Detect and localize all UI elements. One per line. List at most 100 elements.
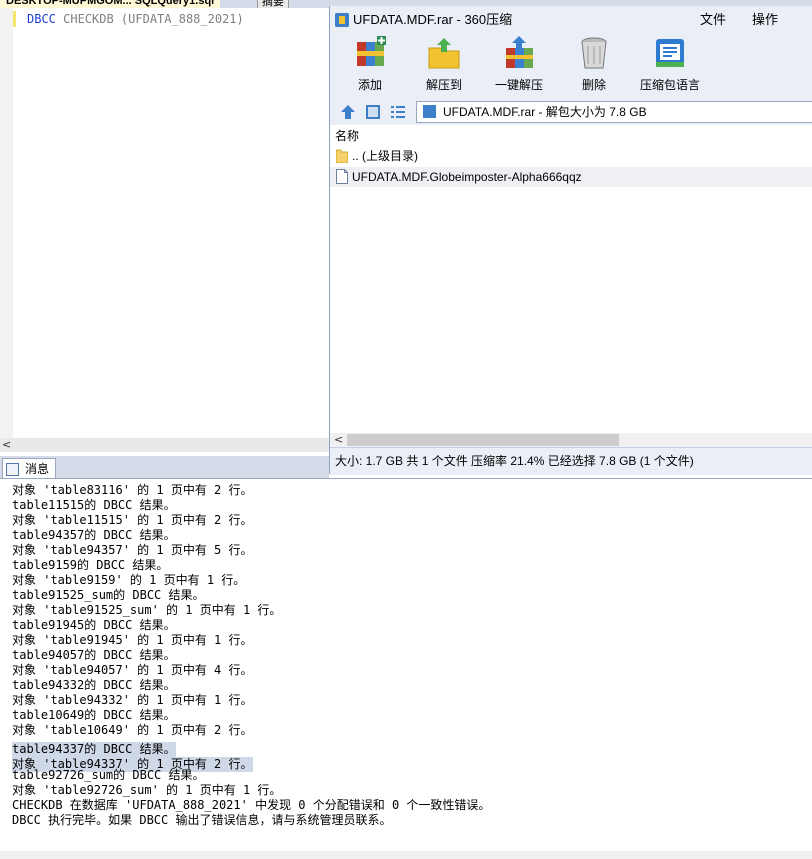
list-item[interactable]: UFDATA.MDF.Globeimposter-Alpha666qqz [330, 167, 812, 187]
message-line-text: table9159的 DBCC 结果。 [12, 558, 169, 572]
menu-file[interactable]: 文件 [700, 11, 726, 28]
message-line: table9159的 DBCC 结果。 [12, 558, 490, 573]
add-books-icon [353, 36, 387, 70]
archive-window: UFDATA.MDF.rar - 360压缩 文件 操作 添加 解压到 一键解压 [329, 6, 812, 475]
archive-file-list: 名称 .. (上级目录) UFDATA.MDF.Globeimposter-Al… [330, 125, 812, 439]
message-line-text: CHECKDB 在数据库 'UFDATA_888_2021' 中发现 0 个分配… [12, 798, 491, 812]
menu-operation[interactable]: 操作 [752, 11, 778, 28]
message-line: DBCC 执行完毕。如果 DBCC 输出了错误信息，请与系统管理员联系。 [12, 813, 490, 828]
archive-language-icon [653, 36, 687, 70]
message-line: CHECKDB 在数据库 'UFDATA_888_2021' 中发现 0 个分配… [12, 798, 490, 813]
message-line-text: table94357的 DBCC 结果。 [12, 528, 176, 542]
bottom-scrollbar[interactable] [0, 851, 812, 859]
scroll-thumb[interactable] [347, 434, 619, 446]
message-line-text: table94332的 DBCC 结果。 [12, 678, 176, 692]
archive-file-icon [423, 105, 436, 118]
extract-to-folder-icon [427, 36, 461, 70]
message-line: 对象 'table92726_sum' 的 1 页中有 1 行。 [12, 783, 490, 798]
message-line: 对象 'table94057' 的 1 页中有 4 行。 [12, 663, 490, 678]
archive-toolbar: 添加 解压到 一键解压 删除 压缩包语言 [330, 32, 812, 100]
message-line: 对象 'table94337' 的 1 页中有 2 行。 [12, 753, 490, 772]
add-button[interactable]: 添加 [330, 36, 410, 93]
archive-status-bar: 大小: 1.7 GB 共 1 个文件 压缩率 21.4% 已经选择 7.8 GB… [330, 447, 812, 475]
archive-title-bar[interactable]: UFDATA.MDF.rar - 360压缩 文件 操作 [330, 6, 812, 32]
address-bar[interactable]: UFDATA.MDF.rar - 解包大小为 7.8 GB [416, 101, 812, 123]
delete-button[interactable]: 删除 [554, 36, 634, 93]
list-item-name: .. (上级目录) [352, 149, 418, 163]
view-icons-icon[interactable] [365, 104, 381, 120]
message-line: table91945的 DBCC 结果。 [12, 618, 490, 633]
view-list-icon[interactable] [390, 104, 406, 120]
extract-to-button[interactable]: 解压到 [404, 36, 484, 93]
archive-language-label: 压缩包语言 [639, 78, 700, 92]
message-line: 对象 'table94332' 的 1 页中有 1 行。 [12, 693, 490, 708]
message-line: table94057的 DBCC 结果。 [12, 648, 490, 663]
messages-pane[interactable]: 对象 'table83116' 的 1 页中有 2 行。 table11515的 … [0, 478, 812, 851]
query-editor[interactable]: DBCC CHECKDB (UFDATA_888_2021) [0, 8, 331, 438]
trash-bin-icon [577, 36, 611, 70]
message-line: table10649的 DBCC 结果。 [12, 708, 490, 723]
message-line: table94332的 DBCC 结果。 [12, 678, 490, 693]
message-line-text: 对象 'table83116' 的 1 页中有 2 行。 [12, 483, 253, 497]
extract-to-label: 解压到 [425, 78, 462, 92]
query-arguments: CHECKDB (UFDATA_888_2021) [55, 12, 244, 26]
message-line-text: 对象 'table94357' 的 1 页中有 5 行。 [12, 543, 253, 557]
query-text[interactable]: DBCC CHECKDB (UFDATA_888_2021) [27, 11, 244, 27]
list-item[interactable]: .. (上级目录) [330, 146, 812, 166]
message-line-text: 对象 'table11515' 的 1 页中有 2 行。 [12, 513, 253, 527]
tab-sqlquery1[interactable]: DESKTOP-MUPMGOM... SQLQuery1.sql [0, 0, 221, 8]
message-line-text: table11515的 DBCC 结果。 [12, 498, 176, 512]
status-text: 大小: 1.7 GB 共 1 个文件 压缩率 21.4% 已经选择 7.8 GB… [335, 454, 694, 468]
change-marker [13, 11, 16, 27]
archive-app-icon [335, 13, 349, 27]
message-line: 对象 'table83116' 的 1 页中有 2 行。 [12, 483, 490, 498]
message-line: 对象 'table94357' 的 1 页中有 5 行。 [12, 543, 490, 558]
message-line: 对象 'table91945' 的 1 页中有 1 行。 [12, 633, 490, 648]
scroll-left-icon[interactable]: < [334, 433, 343, 447]
message-line-text: 对象 'table10649' 的 1 页中有 2 行。 [12, 723, 253, 737]
column-name-header[interactable]: 名称 [335, 128, 359, 144]
add-label: 添加 [357, 78, 382, 92]
one-click-extract-icon [502, 36, 536, 70]
messages-icon [6, 463, 19, 476]
tab-summary[interactable]: 摘要 [257, 0, 289, 8]
archive-horizontal-scrollbar[interactable]: < [330, 433, 812, 447]
delete-label: 删除 [581, 78, 606, 92]
message-line: 对象 'table11515' 的 1 页中有 2 行。 [12, 513, 490, 528]
message-line-text: table91525_sum的 DBCC 结果。 [12, 588, 205, 602]
address-text: UFDATA.MDF.rar - 解包大小为 7.8 GB [443, 105, 647, 119]
tab-messages[interactable]: 消息 [2, 458, 56, 479]
editor-horizontal-scrollbar[interactable]: < [0, 438, 330, 452]
message-line-text: 对象 'table94332' 的 1 页中有 1 行。 [12, 693, 253, 707]
message-line: table91525_sum的 DBCC 结果。 [12, 588, 490, 603]
one-click-extract-label: 一键解压 [494, 78, 543, 92]
archive-language-button[interactable]: 压缩包语言 [630, 36, 710, 93]
message-line: 对象 'table91525_sum' 的 1 页中有 1 行。 [12, 603, 490, 618]
message-lines: 对象 'table83116' 的 1 页中有 2 行。 table11515的 … [12, 483, 490, 828]
message-line-text: 对象 'table91945' 的 1 页中有 1 行。 [12, 633, 253, 647]
list-item-name: UFDATA.MDF.Globeimposter-Alpha666qqz [352, 170, 582, 184]
message-line: 对象 'table9159' 的 1 页中有 1 行。 [12, 573, 490, 588]
editor-gutter [0, 8, 13, 438]
file-icon [336, 169, 348, 184]
address-row: UFDATA.MDF.rar - 解包大小为 7.8 GB [330, 100, 812, 124]
message-line-text: 对象 'table94057' 的 1 页中有 4 行。 [12, 663, 253, 677]
one-click-extract-button[interactable]: 一键解压 [479, 36, 559, 93]
message-line-text: 对象 'table9159' 的 1 页中有 1 行。 [12, 573, 246, 587]
results-tab-bar: 消息 [0, 456, 329, 479]
message-line-text: table91945的 DBCC 结果。 [12, 618, 176, 632]
message-line: table11515的 DBCC 结果。 [12, 498, 490, 513]
message-line: table94357的 DBCC 结果。 [12, 528, 490, 543]
tab-messages-label: 消息 [25, 462, 50, 476]
archive-title: UFDATA.MDF.rar - 360压缩 [353, 12, 513, 27]
message-line-text: DBCC 执行完毕。如果 DBCC 输出了错误信息，请与系统管理员联系。 [12, 813, 392, 827]
query-keyword: DBCC [27, 12, 56, 26]
scroll-left-icon[interactable]: < [2, 438, 11, 452]
message-line: 对象 'table10649' 的 1 页中有 2 行。 [12, 723, 490, 738]
up-arrow-icon[interactable] [340, 104, 356, 120]
message-line-text: 对象 'table92726_sum' 的 1 页中有 1 行。 [12, 783, 282, 797]
message-line: table94337的 DBCC 结果。 [12, 738, 490, 757]
message-line-text: table94057的 DBCC 结果。 [12, 648, 176, 662]
message-line-text: 对象 'table91525_sum' 的 1 页中有 1 行。 [12, 603, 282, 617]
folder-icon [335, 148, 349, 164]
